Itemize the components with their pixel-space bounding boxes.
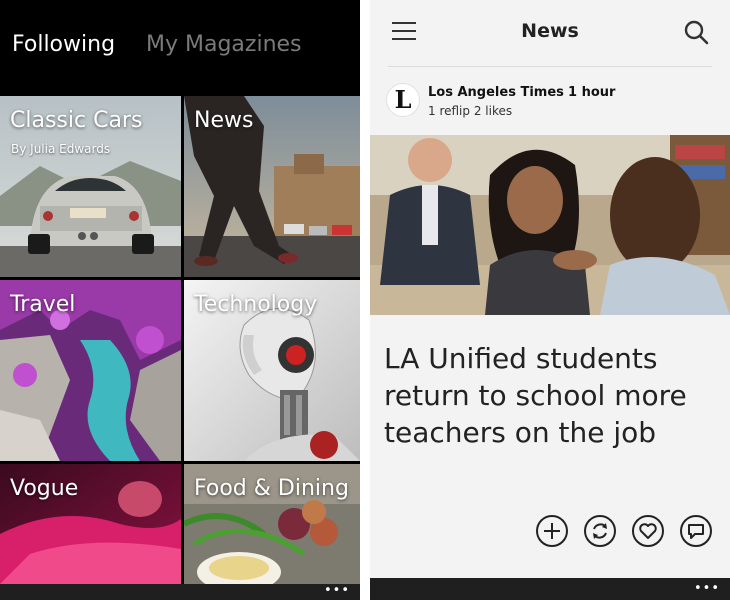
article-screen: News L Los Angeles Times 1 hour 1 reflip… <box>370 0 730 600</box>
magazines-screen: Following My Magazines Classic Cars By J… <box>0 0 360 600</box>
source-info: Los Angeles Times 1 hour <box>428 85 615 100</box>
tile-travel[interactable]: Travel <box>0 280 181 461</box>
pivot-my-magazines[interactable]: My Magazines <box>146 32 302 57</box>
tile-classic-cars[interactable]: Classic Cars By Julia Edwards <box>0 96 181 277</box>
source-logo[interactable]: L <box>386 83 420 117</box>
source-name[interactable]: Los Angeles Times <box>428 85 564 100</box>
add-icon[interactable] <box>536 515 568 547</box>
tile-technology[interactable]: Technology <box>184 280 360 461</box>
tile-author: By Julia Edwards <box>11 142 111 156</box>
tile-food-dining[interactable]: Food & Dining <box>184 464 360 584</box>
tile-title: Travel <box>10 292 76 317</box>
pivot-following[interactable]: Following <box>12 32 115 57</box>
page-title: News <box>521 20 579 42</box>
header-divider <box>388 66 712 67</box>
more-options-button[interactable]: ••• <box>324 584 350 597</box>
like-icon[interactable] <box>632 515 664 547</box>
tile-title: News <box>194 108 254 133</box>
tile-title: Food & Dining <box>194 476 349 501</box>
article-image[interactable] <box>370 135 730 315</box>
app-bar: ••• <box>370 578 730 600</box>
tile-vogue[interactable]: Vogue <box>0 464 181 584</box>
tile-title: Technology <box>194 292 318 317</box>
tile-title: Classic Cars <box>10 108 143 133</box>
tile-news[interactable]: News <box>184 96 360 277</box>
post-time: 1 hour <box>568 85 616 100</box>
flip-icon[interactable] <box>584 515 616 547</box>
engagement-stats[interactable]: 1 reflip 2 likes <box>428 104 512 118</box>
search-icon[interactable] <box>682 18 710 46</box>
more-options-button[interactable]: ••• <box>694 582 720 595</box>
article-headline[interactable]: LA Unified students return to school mor… <box>384 340 714 451</box>
classroom-photo <box>370 135 730 315</box>
comment-icon[interactable] <box>680 515 712 547</box>
app-bar: ••• <box>0 584 360 600</box>
tile-title: Vogue <box>10 476 79 501</box>
